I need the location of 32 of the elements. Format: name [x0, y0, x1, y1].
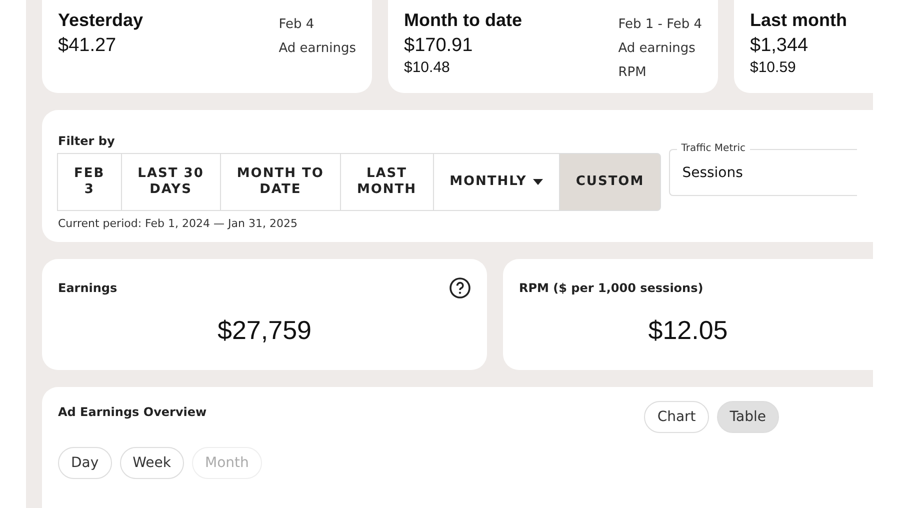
metric-value: $12.05 — [648, 315, 728, 346]
earnings-amount: $1,344 — [750, 35, 810, 57]
current-period: Current period: Feb 1, 2024 — Jan 31, 2025 — [58, 217, 298, 230]
filter-option[interactable]: MONTHLY — [432, 153, 560, 211]
metric-title: RPM ($ per 1,000 sessions) — [519, 281, 704, 295]
card-title: Yesterday — [58, 10, 144, 31]
earnings-amount: $41.27 — [58, 35, 118, 57]
filter-option[interactable]: LAST MONTH — [340, 153, 434, 211]
date-range: Feb 1 - Feb 4 — [618, 16, 702, 34]
filter-option[interactable]: MONTH TO DATE — [220, 153, 341, 211]
caret-icon — [532, 179, 543, 185]
card-title: Month to date — [404, 10, 522, 31]
filter-option[interactable]: FEB 3 — [57, 153, 122, 211]
period-button[interactable]: Day — [58, 447, 112, 479]
earnings-amount: $170.91 — [404, 35, 474, 57]
filter-option[interactable]: CUSTOM — [558, 153, 662, 211]
filter-option[interactable]: LAST 30 DAYS — [120, 153, 221, 211]
date-range: Feb 4 — [278, 16, 316, 34]
rpm-amount: $10.48 — [404, 59, 451, 76]
period-button[interactable]: Week — [120, 447, 184, 479]
metric-value: $27,759 — [218, 315, 312, 346]
view-toggle[interactable]: Chart — [644, 401, 709, 433]
amount-label: Ad earnings — [618, 40, 696, 58]
help-icon[interactable] — [449, 277, 471, 299]
card-title: Last month — [750, 10, 847, 31]
rpm-amount: $10.59 — [750, 59, 797, 76]
metric-title: Earnings — [58, 281, 118, 295]
rpm-label: RPM — [618, 64, 648, 82]
view-toggle[interactable]: Table — [716, 401, 779, 433]
overview-title: Ad Earnings Overview — [58, 405, 207, 419]
filter-label: Filter by — [58, 134, 115, 148]
amount-label: Ad earnings — [278, 40, 356, 58]
